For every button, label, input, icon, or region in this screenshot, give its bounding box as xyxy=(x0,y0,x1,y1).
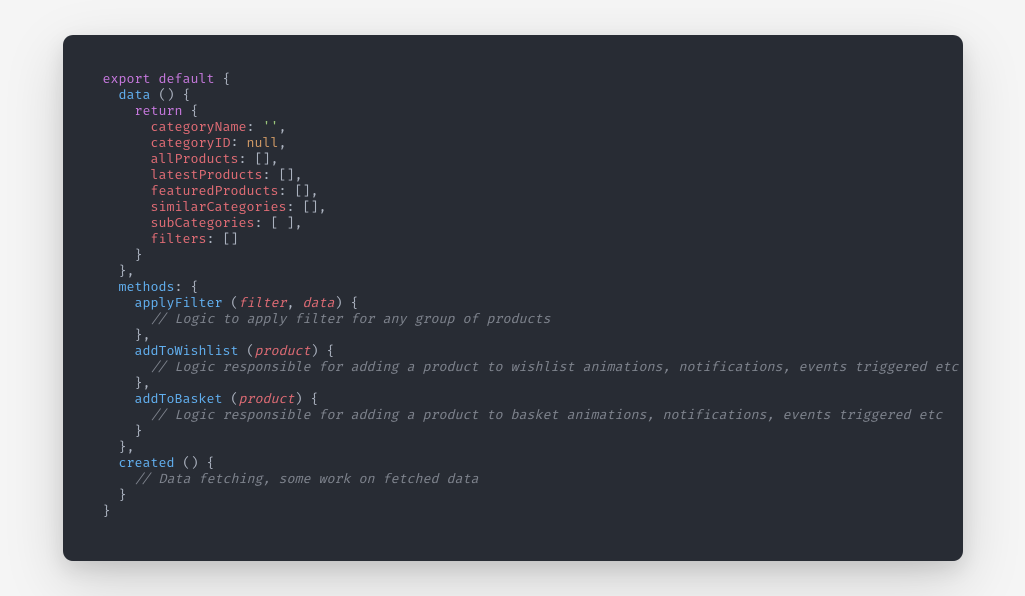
param-product-2: product xyxy=(239,391,295,407)
param-data: data xyxy=(303,295,335,311)
param-product: product xyxy=(255,343,311,359)
method-created: created xyxy=(119,455,175,471)
comment-apply-filter: // Logic to apply filter for any group o… xyxy=(151,311,551,327)
value-null: null xyxy=(247,135,279,151)
prop-similarCategories: similarCategories xyxy=(151,199,287,215)
method-applyFilter: applyFilter xyxy=(135,295,223,311)
value-empty-string: '' xyxy=(263,119,279,135)
method-addToBasket: addToBasket xyxy=(135,391,223,407)
section-methods: methods xyxy=(119,279,175,295)
prop-latestProducts: latestProducts xyxy=(151,167,263,183)
prop-featuredProducts: featuredProducts xyxy=(151,183,279,199)
keyword-return: return xyxy=(135,103,183,119)
code-card: export default { data () { return { cate… xyxy=(63,35,963,561)
comment-basket: // Logic responsible for adding a produc… xyxy=(151,407,943,423)
comment-created: // Data fetching, some work on fetched d… xyxy=(135,471,479,487)
param-filter: filter xyxy=(239,295,287,311)
prop-allProducts: allProducts xyxy=(151,151,239,167)
prop-subCategories: subCategories xyxy=(151,215,255,231)
keyword-export: export xyxy=(103,71,151,87)
comment-wishlist: // Logic responsible for adding a produc… xyxy=(151,359,959,375)
code-block: export default { data () { return { cate… xyxy=(103,71,923,519)
prop-filters: filters xyxy=(151,231,207,247)
keyword-default: default xyxy=(159,71,215,87)
prop-categoryID: categoryID xyxy=(151,135,231,151)
method-data: data xyxy=(119,87,151,103)
prop-categoryName: categoryName xyxy=(151,119,247,135)
method-addToWishlist: addToWishlist xyxy=(135,343,239,359)
